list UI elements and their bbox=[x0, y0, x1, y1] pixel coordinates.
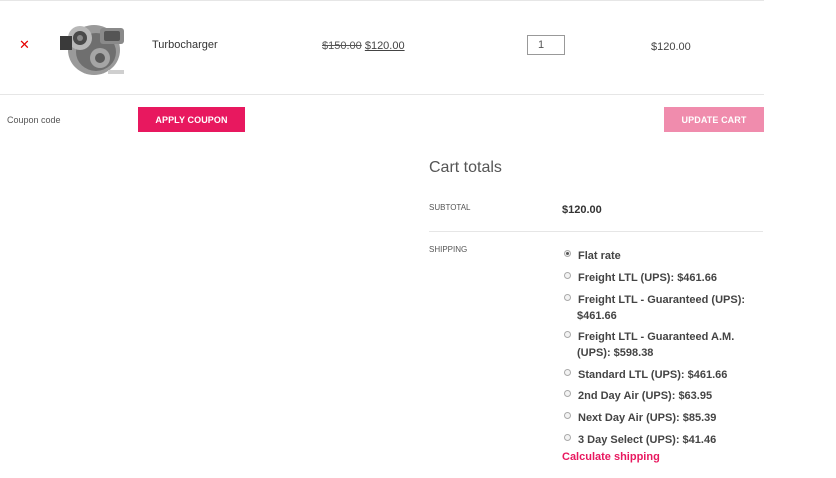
sale-price: $120.00 bbox=[364, 40, 405, 52]
table-top-border bbox=[0, 0, 764, 1]
calculate-shipping-link[interactable]: Calculate shipping bbox=[562, 451, 660, 463]
shipping-option-label: Freight LTL (UPS): $461.66 bbox=[578, 272, 717, 284]
row-bottom-border bbox=[0, 94, 764, 95]
line-total: $120.00 bbox=[651, 41, 691, 53]
product-name-link[interactable]: Turbocharger bbox=[152, 39, 218, 51]
update-cart-button[interactable]: UPDATE CART bbox=[664, 107, 764, 132]
shipping-option-label: Freight LTL - Guaranteed A.M. bbox=[578, 331, 735, 343]
turbocharger-image[interactable] bbox=[54, 14, 130, 80]
shipping-option-price: (UPS): $598.38 bbox=[577, 347, 654, 359]
subtotal-value: $120.00 bbox=[562, 204, 602, 216]
product-price: $150.00 $120.00 bbox=[322, 40, 405, 52]
shipping-option-freight-ltl[interactable]: Freight LTL (UPS): $461.66 bbox=[564, 270, 764, 286]
cart-totals-title: Cart totals bbox=[429, 159, 502, 176]
radio-button[interactable] bbox=[564, 390, 571, 397]
shipping-option-price: $461.66 bbox=[577, 310, 617, 322]
coupon-code-input[interactable]: Coupon code bbox=[7, 115, 61, 125]
radio-button[interactable] bbox=[564, 250, 571, 257]
radio-button[interactable] bbox=[564, 272, 571, 279]
subtotal-label: SUBTOTAL bbox=[429, 203, 471, 212]
quantity-input[interactable] bbox=[527, 35, 565, 55]
shipping-option-label: Freight LTL - Guaranteed (UPS): bbox=[578, 294, 746, 306]
shipping-option-label: 2nd Day Air (UPS): $63.95 bbox=[578, 390, 713, 402]
shipping-option-next-day-air[interactable]: Next Day Air (UPS): $85.39 bbox=[564, 410, 764, 426]
old-price: $150.00 bbox=[322, 40, 362, 52]
totals-divider bbox=[429, 231, 763, 232]
radio-button[interactable] bbox=[564, 412, 571, 419]
shipping-option-2nd-day-air[interactable]: 2nd Day Air (UPS): $63.95 bbox=[564, 388, 764, 404]
radio-button[interactable] bbox=[564, 434, 571, 441]
radio-button[interactable] bbox=[564, 331, 571, 338]
shipping-option-label: Next Day Air (UPS): $85.39 bbox=[578, 412, 717, 424]
shipping-label: SHIPPING bbox=[429, 245, 468, 254]
shipping-option-flat-rate[interactable]: Flat rate bbox=[564, 248, 764, 264]
shipping-option-label: Standard LTL (UPS): $461.66 bbox=[578, 369, 728, 381]
shipping-option-standard-ltl[interactable]: Standard LTL (UPS): $461.66 bbox=[564, 367, 764, 383]
shipping-option-3-day-select[interactable]: 3 Day Select (UPS): $41.46 bbox=[564, 432, 764, 448]
shipping-option-label: Flat rate bbox=[578, 250, 621, 262]
shipping-option-freight-ltl-guaranteed[interactable]: Freight LTL - Guaranteed (UPS): $461.66 bbox=[564, 292, 764, 324]
radio-button[interactable] bbox=[564, 369, 571, 376]
shipping-option-freight-ltl-guaranteed-am[interactable]: Freight LTL - Guaranteed A.M. (UPS): $59… bbox=[564, 329, 764, 361]
radio-button[interactable] bbox=[564, 294, 571, 301]
shipping-option-label: 3 Day Select (UPS): $41.46 bbox=[578, 434, 717, 446]
apply-coupon-button[interactable]: APPLY COUPON bbox=[138, 107, 245, 132]
remove-item-icon[interactable]: ✕ bbox=[19, 38, 33, 54]
